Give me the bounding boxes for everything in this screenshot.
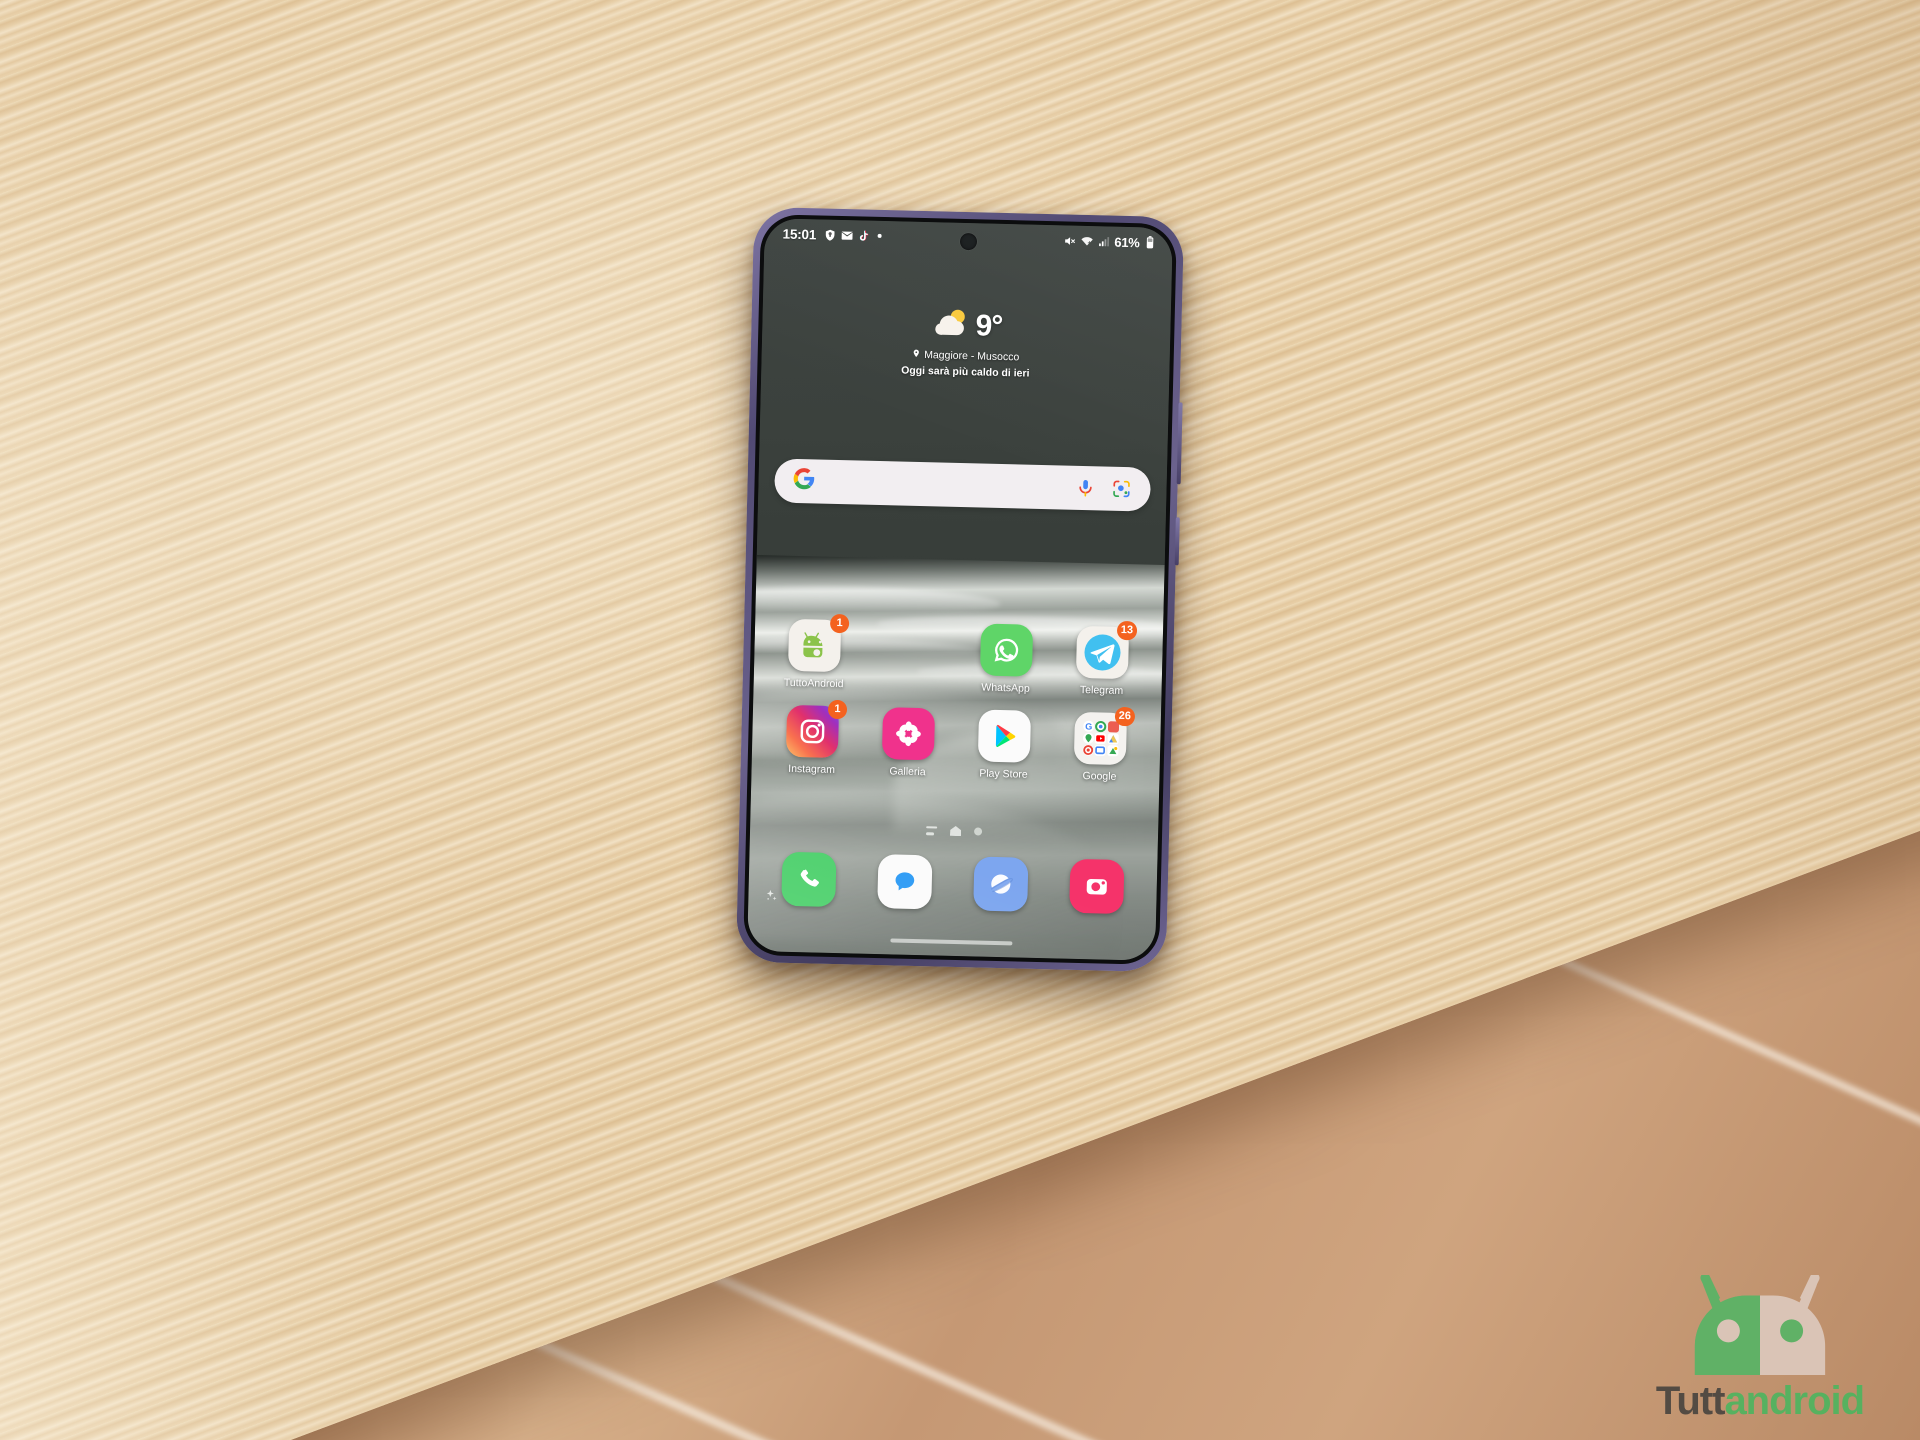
badge-count: 26 [1114,706,1136,727]
watermark-text-part2: android [1724,1379,1865,1423]
app-instagram[interactable]: 1 Instagram [763,699,861,776]
photo-scene: 15:01 61% 9° Maggiore - Musocco Oggi sar… [0,0,1920,1440]
app-label: Instagram [788,762,836,776]
page-dot-icon[interactable] [973,827,983,836]
app-label: Google [1082,770,1117,783]
app-grid: 1 TuttoAndroid WhatsApp 13 Telegram 1 In… [751,613,1164,800]
battery-icon [1143,236,1156,249]
app-tuttoandroid[interactable]: 1 TuttoAndroid [766,613,864,691]
app-telegram[interactable]: 13 Telegram [1053,620,1151,698]
phone-bezel: 15:01 61% 9° Maggiore - Musocco Oggi sar… [743,214,1177,965]
app-row: 1 TuttoAndroid WhatsApp 13 Telegram [754,613,1164,698]
smartphone: 15:01 61% 9° Maggiore - Musocco Oggi sar… [735,206,1185,973]
partly-cloudy-icon [930,306,973,344]
camera-icon [1069,858,1125,915]
messages-icon [877,854,933,910]
dock-app-messages[interactable] [856,854,953,910]
app-google-folder[interactable]: G 26 Google [1051,706,1149,783]
gallery-icon [881,707,936,761]
google-search-bar[interactable] [774,458,1152,512]
mute-icon [1063,234,1076,247]
status-bar-right: 61% [1063,233,1156,250]
dock-app-camera[interactable] [1048,858,1145,915]
ai-sparkle-icon[interactable] [764,888,778,907]
badge-count: 13 [1116,620,1138,641]
app-label: WhatsApp [981,681,1030,695]
svg-text:G: G [1085,721,1092,731]
search-input[interactable] [816,481,1061,487]
tuttoandroid-watermark: Tuttandroid [1626,1273,1894,1424]
home-page-icon[interactable] [950,826,961,836]
microphone-icon[interactable] [1074,477,1097,500]
dock-app-internet[interactable] [952,856,1049,912]
app-play-store[interactable]: Play Store [955,709,1053,781]
app-label: TuttoAndroid [783,676,844,691]
location-pin-icon [912,348,921,362]
weather-widget[interactable]: 9° Maggiore - Musocco Oggi sarà più cald… [761,302,1171,383]
badge-count: 1 [829,613,850,634]
weather-location-label: Maggiore - Musocco [924,349,1020,364]
app-label: Telegram [1079,683,1124,698]
tiktok-icon [857,229,870,242]
signal-icon [1097,235,1110,248]
app-label: Galleria [889,765,926,779]
shield-icon [823,228,836,241]
phone-icon [781,851,837,908]
samsung-internet-icon [973,856,1029,912]
whatsapp-icon [979,623,1034,677]
wifi-icon [1080,234,1093,247]
gmail-icon [840,228,853,241]
dot-icon [877,233,882,238]
google-g-icon [792,467,816,496]
watermark-text-part1: Tutt [1655,1379,1726,1423]
weather-temperature: 9° [975,308,1003,343]
badge-count: 1 [827,699,848,720]
app-row: 1 Instagram Galleria Play Store G 26 Goo… [751,699,1161,784]
watermark-text: Tuttandroid [1655,1379,1865,1424]
battery-percent-label: 61% [1114,234,1140,250]
phone-screen[interactable]: 15:01 61% 9° Maggiore - Musocco Oggi sar… [747,218,1173,961]
wallpaper-sky [756,218,1173,580]
status-bar-left: 15:01 [782,226,882,243]
play-store-icon [977,709,1032,763]
google-lens-icon[interactable] [1110,478,1133,501]
samsung-free-icon[interactable] [925,825,938,835]
app-whatsapp[interactable]: WhatsApp [957,623,1055,695]
app-label: Play Store [979,767,1028,781]
dock [748,851,1157,915]
status-bar-clock: 15:01 [782,226,817,242]
app-galleria[interactable]: Galleria [859,707,957,779]
android-head-logo [1669,1273,1851,1383]
